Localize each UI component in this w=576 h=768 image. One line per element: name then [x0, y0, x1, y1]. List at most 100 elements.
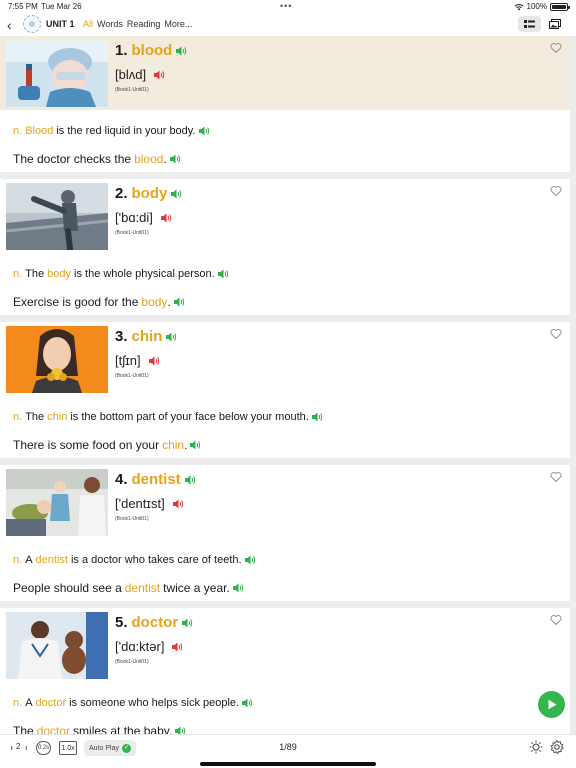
speaker-icon[interactable]	[154, 70, 165, 80]
vocab-card: 1. blood [blʌd] (Book1-Unit01) n. Blood …	[0, 36, 570, 172]
blood-test-photo	[6, 40, 108, 107]
tab-more[interactable]: More...	[164, 19, 192, 29]
status-date: Tue Mar 26	[41, 2, 82, 11]
wifi-icon	[514, 3, 523, 10]
definition-line: n. The body is the whole physical person…	[0, 253, 570, 284]
example-keyword: blood	[134, 151, 164, 166]
speaker-icon[interactable]	[172, 642, 183, 652]
view-toggle	[518, 16, 566, 32]
word-header: 3. chin [tʃɪn] (Book1-Unit01)	[0, 322, 570, 396]
word-number: 3.	[115, 328, 128, 345]
definition-after: is a doctor who takes care of teeth.	[70, 554, 242, 566]
example-line: The doctor checks the blood .	[0, 141, 570, 172]
source-label: (Book1-Unit01)	[115, 230, 149, 236]
phonetic-line: ['dɑ:ktər]	[115, 639, 183, 654]
word-line: 4. dentist	[115, 471, 196, 488]
speaker-icon[interactable]	[160, 213, 172, 223]
word-text: doctor	[131, 614, 179, 631]
example-line: Exercise is good for the body .	[0, 284, 570, 315]
example-keyword: body	[141, 294, 168, 309]
dentist-photo	[6, 469, 108, 536]
example-before: People should see a	[13, 580, 122, 595]
example-before: There is some food on your	[13, 437, 160, 452]
speaker-icon[interactable]	[232, 583, 244, 593]
definition-keyword: chin	[47, 411, 68, 423]
battery-fill	[552, 4, 566, 9]
list-view-button[interactable]	[518, 16, 541, 32]
speaker-icon[interactable]	[172, 499, 184, 509]
speaker-icon[interactable]	[169, 154, 181, 164]
speaker-icon[interactable]	[244, 555, 256, 565]
word-line: 2. body	[115, 185, 182, 202]
battery-icon	[550, 2, 570, 11]
word-text: dentist	[131, 471, 181, 488]
speaker-icon[interactable]	[190, 440, 201, 450]
multitask-dots-icon[interactable]: •••	[280, 1, 292, 11]
brightness-icon[interactable]	[528, 739, 544, 755]
tab-reading[interactable]: Reading	[127, 19, 161, 29]
speaker-icon[interactable]	[173, 297, 185, 307]
tab-all[interactable]: All	[83, 19, 93, 29]
example-line: There is some food on your chin .	[0, 427, 570, 458]
gear-icon[interactable]	[549, 739, 565, 755]
word-image[interactable]	[6, 612, 108, 679]
speaker-icon[interactable]	[166, 332, 177, 342]
phonetic-line: [blʌd]	[115, 67, 165, 82]
part-of-speech: n.	[13, 554, 23, 566]
speaker-icon[interactable]	[176, 46, 187, 56]
example-line: People should see a dentist twice a year…	[0, 570, 570, 601]
definition-keyword: doctor	[35, 697, 67, 709]
speaker-icon[interactable]	[148, 356, 160, 366]
word-header: 4. dentist ['dentɪst] (Book1-Unit01)	[0, 465, 570, 539]
speaker-icon[interactable]	[184, 475, 196, 485]
phonetic-text: ['dentɪst]	[115, 496, 165, 511]
speaker-icon[interactable]	[242, 698, 253, 708]
word-line: 1. blood	[115, 42, 187, 59]
speaker-icon[interactable]	[198, 126, 210, 136]
definition-line: n. The chin is the bottom part of your f…	[0, 396, 570, 427]
speaker-icon[interactable]	[171, 189, 182, 199]
status-right: 100%	[514, 2, 570, 11]
word-header: 5. doctor ['dɑ:ktər] (Book1-Unit01)	[0, 608, 570, 682]
part-of-speech: n.	[13, 268, 23, 280]
word-image[interactable]	[6, 40, 108, 107]
speaker-icon[interactable]	[217, 269, 229, 279]
card-view-button[interactable]	[543, 16, 566, 32]
app-header: ‹ UNIT 1 All Words Reading More...	[0, 14, 576, 36]
word-number: 1.	[115, 42, 128, 59]
word-image[interactable]	[6, 469, 108, 536]
definition-before: The	[25, 268, 45, 280]
word-text: body	[131, 185, 168, 202]
word-image[interactable]	[6, 326, 108, 393]
speaker-icon[interactable]	[311, 412, 323, 422]
example-before: The doctor checks the	[13, 151, 132, 166]
heart-icon[interactable]	[550, 185, 562, 197]
definition-keyword: body	[47, 268, 72, 280]
heart-icon[interactable]	[550, 42, 562, 54]
play-button[interactable]	[538, 691, 565, 718]
phonetic-text: [tʃɪn]	[115, 353, 141, 368]
speaker-icon[interactable]	[182, 618, 193, 628]
definition-keyword: Blood	[25, 125, 54, 137]
example-after: .	[184, 437, 188, 452]
definition-keyword: dentist	[35, 554, 68, 566]
tab-words[interactable]: Words	[97, 19, 123, 29]
definition-before: A	[25, 697, 33, 709]
source-label: (Book1-Unit01)	[115, 659, 149, 665]
vocab-card: 3. chin [tʃɪn] (Book1-Unit01) n. The chi…	[0, 322, 570, 458]
heart-icon[interactable]	[550, 471, 562, 483]
vocab-card: 4. dentist ['dentɪst] (Book1-Unit01) n. …	[0, 465, 570, 601]
status-bar: 7:55 PM Tue Mar 26 ••• 100%	[0, 0, 576, 14]
example-keyword: dentist	[124, 580, 161, 595]
phonetic-text: [blʌd]	[115, 67, 147, 82]
back-chevron-icon[interactable]: ‹	[7, 17, 17, 33]
word-header: 1. blood [blʌd] (Book1-Unit01)	[0, 36, 570, 110]
heart-icon[interactable]	[550, 328, 562, 340]
heart-icon[interactable]	[550, 614, 562, 626]
play-icon	[548, 699, 556, 710]
word-image[interactable]	[6, 183, 108, 250]
example-after: .	[163, 151, 167, 166]
phonetic-line: ['bɑ:di]	[115, 210, 172, 225]
definition-after: is someone who helps sick people.	[69, 697, 240, 709]
phonetic-line: ['dentɪst]	[115, 496, 184, 511]
